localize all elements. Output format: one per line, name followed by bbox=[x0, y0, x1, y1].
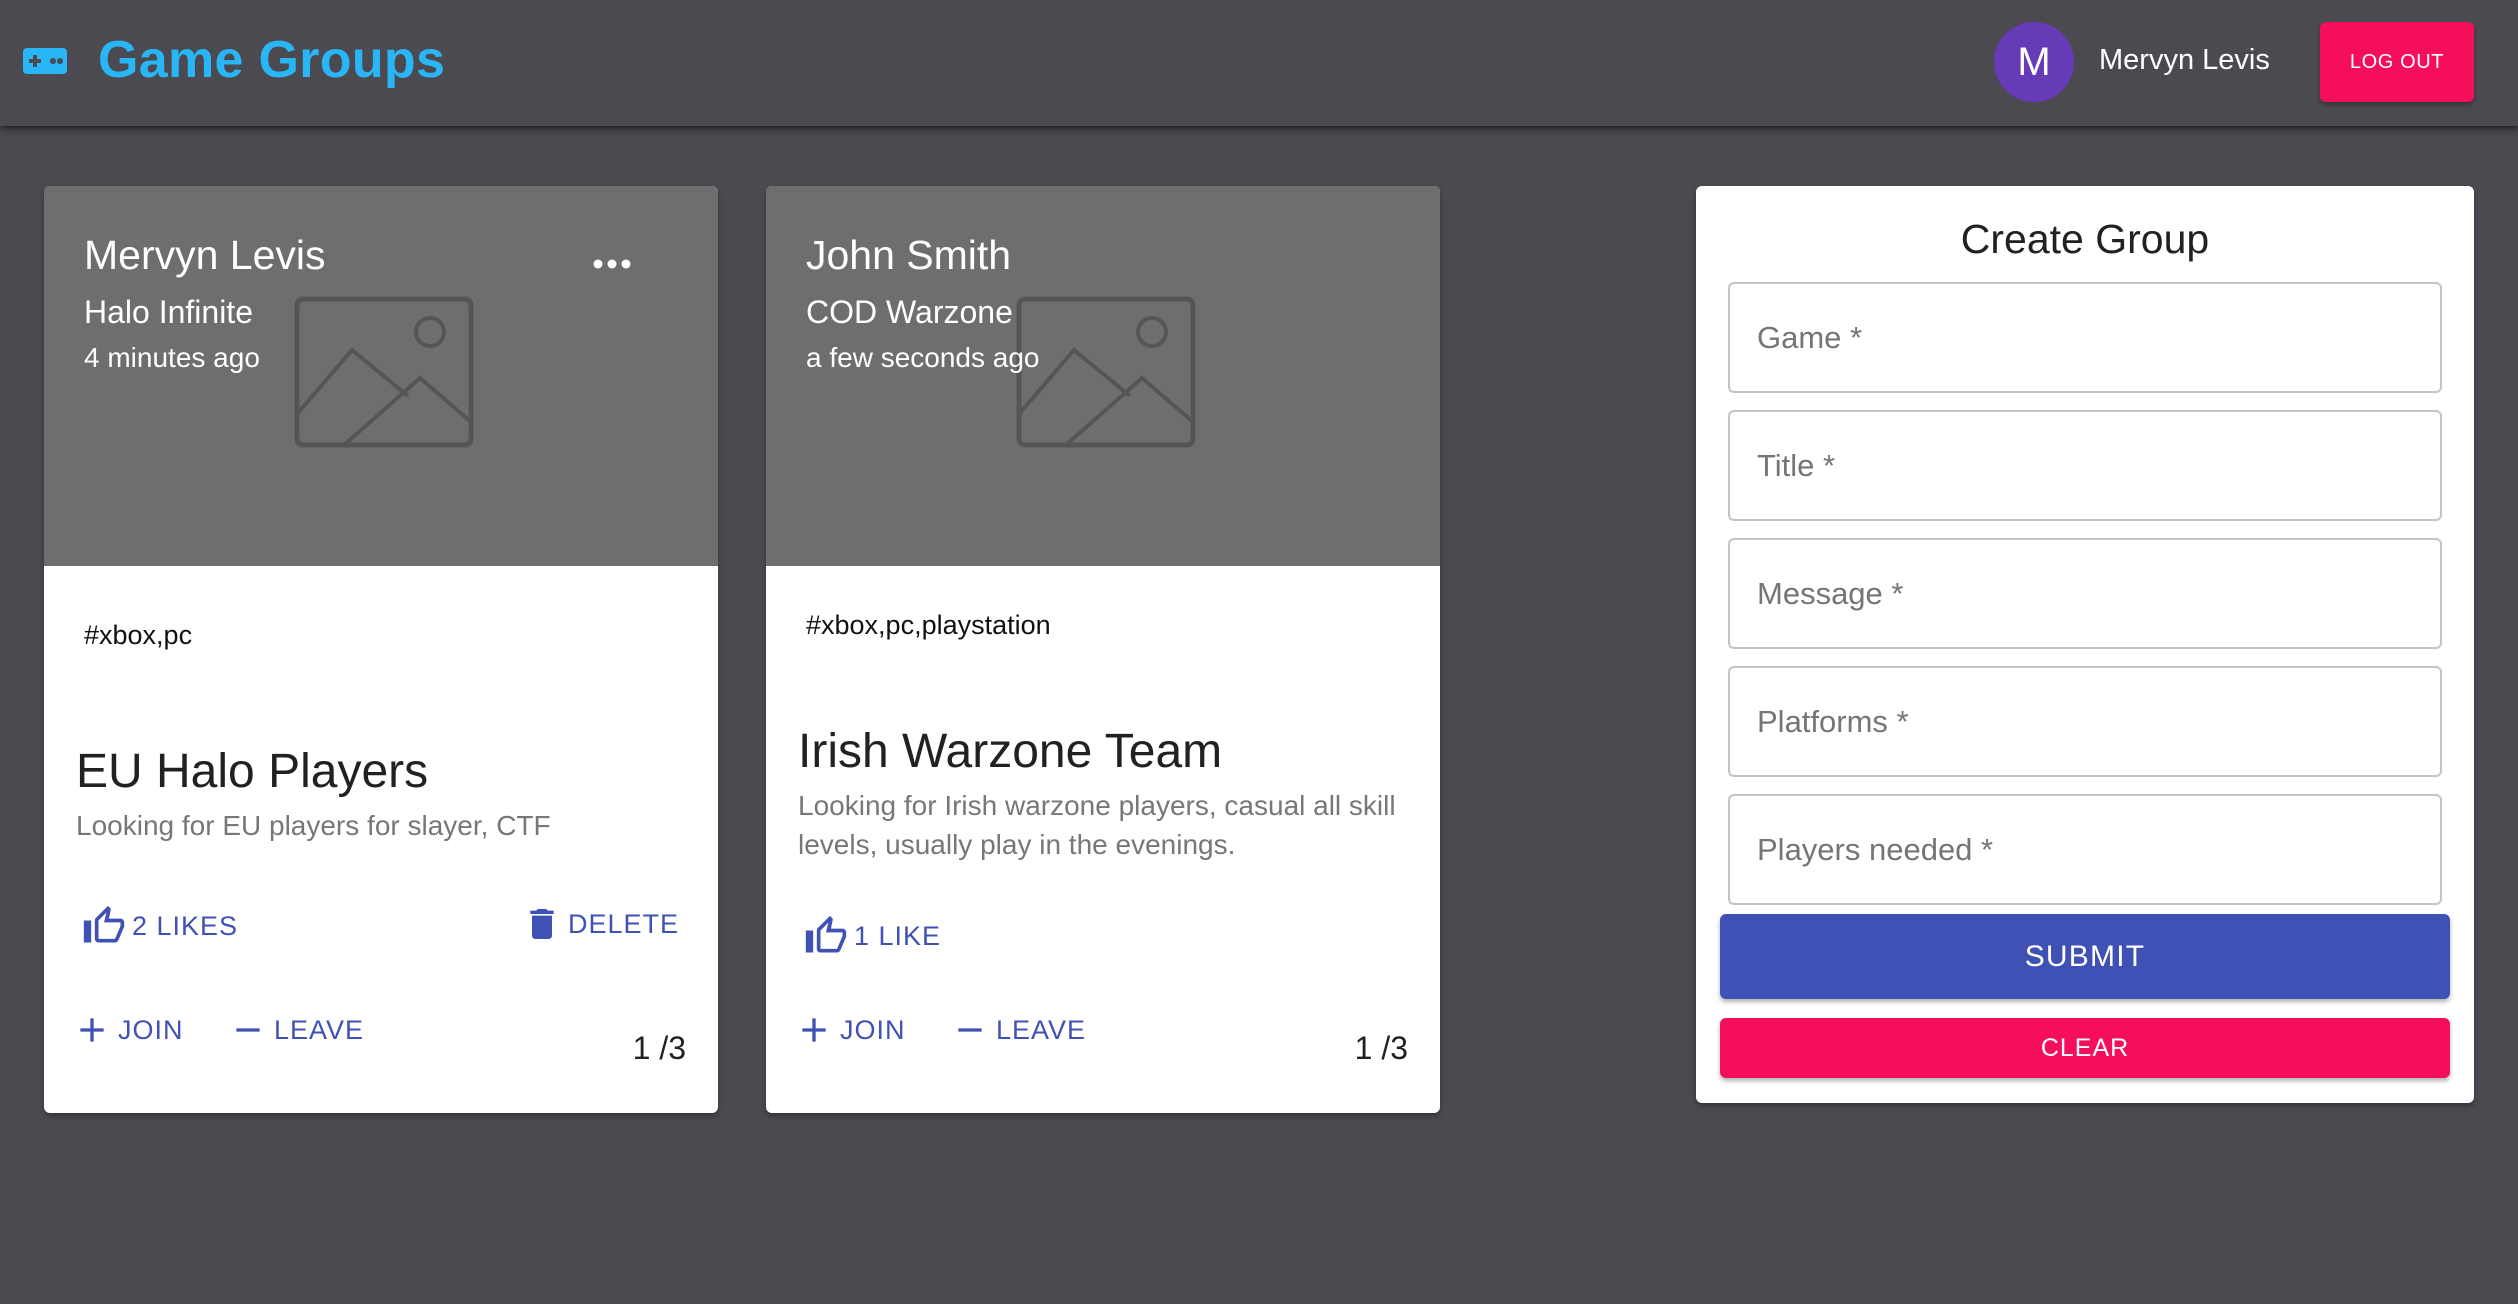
leave-label: LEAVE bbox=[996, 1014, 1087, 1045]
like-count-label: 2 LIKES bbox=[132, 910, 239, 941]
more-options-button[interactable] bbox=[584, 244, 640, 284]
minus-icon bbox=[236, 1028, 260, 1032]
card-tags: #xbox,pc bbox=[84, 620, 193, 650]
like-button[interactable]: 2 LIKES bbox=[82, 904, 238, 948]
user-name: Mervyn Levis bbox=[2099, 44, 2270, 76]
card-media: John Smith COD Warzone a few seconds ago bbox=[766, 186, 1440, 566]
card-game: Halo Infinite bbox=[84, 294, 253, 330]
form-title: Create Group bbox=[1960, 216, 2210, 262]
more-horiz-icon bbox=[593, 259, 631, 269]
image-placeholder-icon bbox=[1016, 296, 1196, 448]
players-count: 1 /3 bbox=[1354, 1030, 1408, 1066]
card-game: COD Warzone bbox=[806, 294, 1013, 330]
thumb-up-icon bbox=[805, 915, 847, 953]
logout-button[interactable]: LOG OUT bbox=[2320, 22, 2474, 102]
avatar: M bbox=[1994, 22, 2074, 102]
card-timestamp: 4 minutes ago bbox=[84, 342, 260, 373]
thumb-up-icon bbox=[83, 905, 125, 943]
trash-icon bbox=[530, 909, 554, 939]
app-bar: Game Groups M Mervyn Levis LOG OUT bbox=[0, 0, 2518, 126]
like-count-label: 1 LIKE bbox=[854, 920, 942, 951]
title-field[interactable] bbox=[1728, 410, 2442, 521]
join-label: JOIN bbox=[118, 1014, 184, 1045]
card-media: Mervyn Levis Halo Infinite 4 minutes ago bbox=[44, 186, 718, 566]
players-needed-input[interactable] bbox=[1730, 796, 2440, 903]
card-author: John Smith bbox=[806, 232, 1012, 278]
group-card: John Smith COD Warzone a few seconds ago… bbox=[766, 186, 1440, 1113]
join-label: JOIN bbox=[840, 1014, 906, 1045]
platforms-field[interactable] bbox=[1728, 666, 2442, 777]
submit-button[interactable]: SUBMIT bbox=[1720, 914, 2450, 999]
image-placeholder-icon bbox=[294, 296, 474, 448]
like-button[interactable]: 1 LIKE bbox=[804, 914, 941, 958]
leave-button[interactable]: LEAVE bbox=[228, 1010, 364, 1050]
delete-button[interactable]: DELETE bbox=[522, 904, 679, 944]
leave-label: LEAVE bbox=[274, 1014, 365, 1045]
message-field[interactable] bbox=[1728, 538, 2442, 649]
gamepad-icon bbox=[23, 48, 67, 74]
card-message: Looking for EU players for slayer, CTF bbox=[76, 810, 551, 841]
card-title: Irish Warzone Team bbox=[798, 725, 1223, 778]
players-needed-field[interactable] bbox=[1728, 794, 2442, 905]
plus-icon bbox=[802, 1018, 826, 1042]
card-title: EU Halo Players bbox=[76, 745, 429, 798]
minus-icon bbox=[958, 1028, 982, 1032]
card-timestamp: a few seconds ago bbox=[806, 342, 1040, 373]
app-title[interactable]: Game Groups bbox=[98, 30, 445, 90]
clear-button[interactable]: CLEAR bbox=[1720, 1018, 2450, 1078]
game-field[interactable] bbox=[1728, 282, 2442, 393]
players-count: 1 /3 bbox=[632, 1030, 686, 1066]
delete-label: DELETE bbox=[568, 908, 680, 939]
card-message: Looking for Irish warzone players, casua… bbox=[798, 790, 1396, 860]
create-group-form: Create Group SUBMIT CLEAR bbox=[1696, 186, 2474, 1103]
card-author: Mervyn Levis bbox=[84, 232, 326, 278]
title-input[interactable] bbox=[1730, 412, 2440, 519]
message-input[interactable] bbox=[1730, 540, 2440, 647]
plus-icon bbox=[80, 1018, 104, 1042]
leave-button[interactable]: LEAVE bbox=[950, 1010, 1086, 1050]
game-input[interactable] bbox=[1730, 284, 2440, 391]
group-card: Mervyn Levis Halo Infinite 4 minutes ago… bbox=[44, 186, 718, 1113]
card-tags: #xbox,pc,playstation bbox=[806, 610, 1051, 640]
join-button[interactable]: JOIN bbox=[794, 1010, 906, 1050]
join-button[interactable]: JOIN bbox=[72, 1010, 184, 1050]
platforms-input[interactable] bbox=[1730, 668, 2440, 775]
